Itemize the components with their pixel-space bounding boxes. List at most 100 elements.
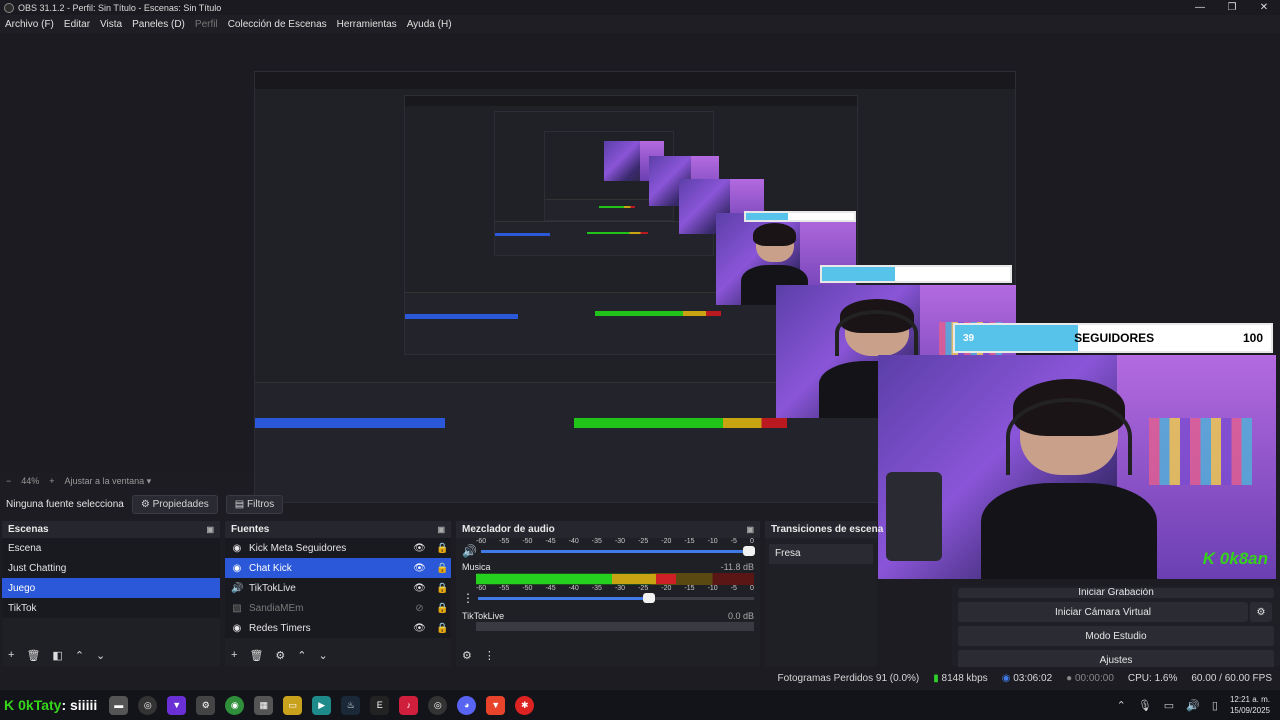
- volume-icon[interactable]: 🔊: [1186, 699, 1200, 712]
- add-icon[interactable]: +: [8, 649, 14, 661]
- undock-icon[interactable]: ▣: [437, 525, 445, 534]
- system-tray: ⌃ 🎙 ▭ 🔊 ▯ 12:21 a. m. 15/09/2025: [1117, 690, 1270, 720]
- menu-editar[interactable]: Editar: [59, 19, 95, 30]
- mixer-tick-label: -20: [661, 538, 672, 545]
- window-controls: — ❐ ✕: [1184, 0, 1280, 15]
- volume-slider[interactable]: [478, 592, 754, 603]
- minimize-button[interactable]: —: [1184, 0, 1216, 15]
- menu-ayuda[interactable]: Ayuda (H): [402, 19, 457, 30]
- zoom-fit-dropdown[interactable]: Ajustar a la ventana ▾: [65, 476, 152, 487]
- close-button[interactable]: ✕: [1248, 0, 1280, 15]
- chevron-up-icon[interactable]: ⌃: [1117, 699, 1126, 712]
- network-icon[interactable]: ▭: [1164, 699, 1174, 712]
- scene-item[interactable]: TikTok: [2, 598, 220, 618]
- undock-icon[interactable]: ▣: [206, 525, 214, 534]
- eye-icon[interactable]: 👁: [411, 623, 428, 634]
- lock-icon[interactable]: 🔒: [434, 623, 451, 634]
- trash-icon[interactable]: 🗑: [249, 649, 263, 662]
- undock-icon[interactable]: ▣: [746, 525, 754, 534]
- battery-icon[interactable]: ▯: [1212, 699, 1218, 712]
- brave-icon[interactable]: ▼: [486, 695, 506, 715]
- scenes-dock: Escenas ▣ Escena Just Chatting Juego TikT…: [2, 521, 220, 666]
- eye-icon[interactable]: 👁: [411, 543, 428, 554]
- obs-icon[interactable]: ◎: [138, 695, 158, 715]
- menu-vista[interactable]: Vista: [95, 19, 127, 30]
- source-item[interactable]: ▧ SandiaMEm ⊘ 🔒: [225, 598, 451, 618]
- zoom-in-button[interactable]: +: [49, 476, 54, 486]
- kebab-icon[interactable]: ⋮: [484, 649, 495, 662]
- preview-area[interactable]: 39 SEGUIDORES 100 K 0k8an: [0, 33, 1280, 579]
- source-item[interactable]: ◉ Redes Timers 👁 🔒: [225, 618, 451, 638]
- file-explorer-icon[interactable]: ▬: [109, 695, 129, 715]
- chevron-up-icon[interactable]: ⌃: [297, 649, 306, 662]
- terminal-icon[interactable]: ▶: [312, 695, 332, 715]
- volume-slider[interactable]: [480, 545, 756, 556]
- filters-button[interactable]: ▤ Filtros: [225, 494, 284, 514]
- audio-mixer-dock: Mezclador de audio ▣ -60 -55 -50 -45 -40 -35 -3…: [456, 521, 760, 666]
- menu-coleccion-escenas[interactable]: Colección de Escenas: [223, 19, 332, 30]
- epic-games-icon[interactable]: E: [370, 695, 390, 715]
- discord-icon[interactable]: ◕: [457, 695, 477, 715]
- eye-icon[interactable]: 👁: [411, 583, 428, 594]
- trash-icon[interactable]: 🗑: [26, 649, 40, 662]
- mixer-tick-label: -10: [707, 585, 718, 592]
- clock[interactable]: 12:21 a. m. 15/09/2025: [1230, 694, 1270, 716]
- mixer-tick-label: -55: [499, 538, 510, 545]
- gear-icon[interactable]: ⚙: [462, 649, 472, 662]
- source-item[interactable]: ◉ Kick Meta Seguidores 👁 🔒: [225, 538, 451, 558]
- add-icon[interactable]: +: [231, 649, 237, 661]
- speaker-icon[interactable]: 🔊: [462, 544, 477, 558]
- menu-archivo[interactable]: Archivo (F): [0, 19, 59, 30]
- virtual-camera-button[interactable]: Iniciar Cámara Virtual ⚙: [958, 602, 1272, 622]
- store-icon[interactable]: ▦: [254, 695, 274, 715]
- chevron-down-icon[interactable]: ⌄: [319, 649, 328, 662]
- scene-item[interactable]: Juego: [2, 578, 220, 598]
- chevron-up-icon[interactable]: ⌃: [75, 649, 84, 662]
- lock-icon[interactable]: 🔒: [434, 543, 451, 554]
- maximize-button[interactable]: ❐: [1216, 0, 1248, 15]
- lock-icon[interactable]: 🔒: [434, 603, 451, 614]
- lock-icon[interactable]: 🔒: [434, 563, 451, 574]
- zoom-bar: − 44% + Ajustar a la ventana ▾: [0, 474, 1280, 488]
- menu-paneles[interactable]: Paneles (D): [127, 19, 190, 30]
- lock-icon[interactable]: 🔒: [434, 583, 451, 594]
- studio-mode-button[interactable]: Modo Estudio: [958, 626, 1274, 646]
- source-item[interactable]: 🔊 TikTokLive 👁 🔒: [225, 578, 451, 598]
- source-item[interactable]: ◉ Chat Kick 👁 🔒: [225, 558, 451, 578]
- menu-herramientas[interactable]: Herramientas: [332, 19, 402, 30]
- mixer-tick-label: -20: [661, 585, 672, 592]
- chevron-down-icon[interactable]: ⌄: [96, 649, 105, 662]
- eye-hidden-icon[interactable]: ⊘: [411, 603, 428, 614]
- microphone-icon[interactable]: 🎙: [1138, 699, 1152, 712]
- mixer-tick-label: -5: [730, 538, 737, 545]
- kebab-icon[interactable]: ⋮: [462, 591, 474, 605]
- gear-icon[interactable]: ⚙: [275, 649, 285, 662]
- steam-icon[interactable]: ♨: [341, 695, 361, 715]
- mixer-ticks: -60 -55 -50 -45 -40 -35 -30 -25 -20 -15 -10 -5 0: [462, 538, 754, 545]
- zoom-out-button[interactable]: −: [6, 476, 11, 486]
- twitch-icon[interactable]: ▼: [167, 695, 187, 715]
- start-recording-button[interactable]: Iniciar Grabación: [958, 588, 1274, 598]
- mixer-tick-label: -45: [545, 538, 556, 545]
- filter-icon[interactable]: ◧: [52, 649, 62, 662]
- gear-icon[interactable]: ⚙: [1250, 602, 1272, 622]
- tiktok-icon[interactable]: ♪: [399, 695, 419, 715]
- followers-current: 39: [963, 332, 975, 344]
- scenes-title: Escenas: [8, 524, 49, 535]
- webcam-feed: K 0k8an: [878, 355, 1276, 579]
- transition-select[interactable]: Fresa: [769, 544, 873, 564]
- fps: 60.00 / 60.00 FPS: [1191, 672, 1272, 684]
- rec-time: 00:00:00: [1074, 672, 1114, 684]
- obs-active-icon[interactable]: ◎: [428, 695, 448, 715]
- folder-icon[interactable]: ▭: [283, 695, 303, 715]
- scene-item[interactable]: Just Chatting: [2, 558, 220, 578]
- chrome-icon[interactable]: ◉: [225, 695, 245, 715]
- app-icon[interactable]: ✱: [515, 695, 535, 715]
- properties-button[interactable]: ⚙ Propiedades: [131, 494, 218, 514]
- mixer-tick-label: -30: [614, 538, 626, 545]
- scene-item[interactable]: Escena: [2, 538, 220, 558]
- settings-app-icon[interactable]: ⚙: [196, 695, 216, 715]
- eye-icon[interactable]: 👁: [411, 563, 428, 574]
- mixer-tick-label: -60: [476, 538, 487, 545]
- mixer-tick-label: -35: [591, 585, 602, 592]
